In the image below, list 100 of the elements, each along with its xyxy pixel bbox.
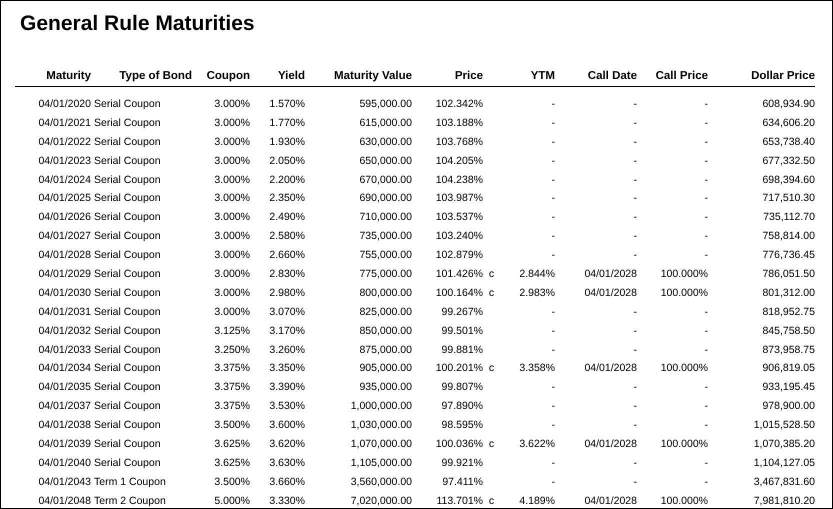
table-cell: 2.830%: [269, 268, 305, 280]
page-title: General Rule Maturities: [20, 11, 255, 37]
table-cell: 850,000.00: [359, 324, 412, 337]
table-cell: -: [634, 230, 637, 242]
table-cell: 04/01/2043: [38, 476, 91, 488]
table-cell: -: [704, 324, 708, 337]
table-cell: 1,070,385.20: [754, 438, 815, 450]
table-cell: Serial Coupon: [94, 154, 161, 167]
callable-label: c: [488, 362, 494, 374]
table-cell: 04/01/2023: [38, 154, 91, 167]
table-cell: Serial Coupon: [94, 362, 161, 374]
table-cell: Serial Coupon: [94, 249, 161, 262]
table-cell: 1,070,000.00: [350, 438, 412, 450]
table-cell: -: [634, 400, 637, 412]
table-cell: Serial Coupon: [94, 381, 161, 394]
table-cell: 3.260%: [269, 344, 305, 356]
table-cell: 786,051.50: [762, 268, 815, 280]
column-header: Price: [412, 69, 483, 86]
column-header: Coupon: [192, 69, 250, 86]
table-cell: -: [552, 476, 555, 488]
table-cell: 670,000.00: [359, 174, 412, 186]
table-cell: -: [634, 154, 637, 167]
table-cell: 875,000.00: [359, 344, 412, 356]
table-cell: 99.921%: [442, 456, 483, 469]
table-cell: -: [634, 324, 637, 337]
table-cell: -: [552, 344, 555, 356]
table-cell: 873,958.75: [762, 344, 815, 356]
table-cell: 634,606.20: [762, 116, 815, 129]
table-cell: -: [704, 211, 708, 224]
callable-label: c: [488, 286, 494, 299]
table-cell: -: [552, 154, 555, 167]
table-cell: 100.000%: [660, 286, 708, 299]
table-cell: 3.630%: [269, 456, 305, 469]
table-cell: 1.930%: [269, 136, 305, 148]
table-cell: 818,952.75: [762, 306, 815, 318]
table-cell: -: [552, 136, 555, 148]
table-cell: -: [704, 136, 708, 148]
table-cell: 99.807%: [442, 381, 483, 394]
table-cell: 3.000%: [214, 192, 250, 204]
column-header: YTM: [500, 69, 555, 86]
table-cell: 2.980%: [269, 286, 305, 299]
table-cell: -: [704, 419, 708, 432]
table-cell: Serial Coupon: [94, 400, 161, 412]
table-cell: 845,758.50: [762, 324, 815, 337]
table-cell: 3.390%: [269, 381, 305, 394]
table-cell: 3.330%: [269, 494, 305, 507]
table-cell: Serial Coupon: [94, 116, 161, 129]
table-cell: -: [634, 192, 637, 204]
table-cell: 1,105,000.00: [350, 456, 412, 469]
table-cell: 3.000%: [214, 136, 250, 148]
table-cell: -: [704, 192, 708, 204]
callable-label: c: [488, 438, 494, 450]
table-cell: 935,000.00: [359, 381, 412, 394]
table-cell: 630,000.00: [359, 136, 412, 148]
table-cell: 800,000.00: [359, 286, 412, 299]
table-cell: 677,332.50: [762, 154, 815, 167]
table-cell: -: [634, 136, 637, 148]
table-cell: 1,030,000.00: [350, 419, 412, 432]
table-cell: 4.189%: [519, 494, 555, 507]
table-cell: 103.240%: [436, 230, 483, 242]
table-cell: 2.580%: [269, 230, 305, 242]
table-cell: Serial Coupon: [94, 98, 161, 110]
table-cell: 3.625%: [214, 438, 250, 450]
table-cell: 7,981,810.20: [754, 494, 815, 507]
table-cell: -: [552, 249, 555, 262]
table-cell: 104.238%: [436, 174, 483, 186]
table-cell: 3.375%: [214, 381, 250, 394]
table-cell: -: [552, 116, 555, 129]
table-cell: 3.170%: [269, 324, 305, 337]
table-cell: 1.770%: [269, 116, 305, 129]
table-cell: 3.000%: [214, 268, 250, 280]
table-cell: 595,000.00: [359, 98, 412, 110]
table-cell: 04/01/2027: [38, 230, 91, 242]
table-cell: Serial Coupon: [94, 174, 161, 186]
table-cell: 775,000.00: [359, 268, 412, 280]
table-cell: 04/01/2028: [38, 249, 91, 262]
table-cell: -: [634, 306, 637, 318]
table-cell: 04/01/2028: [584, 362, 637, 374]
table-cell: 04/01/2026: [38, 211, 91, 224]
table-cell: 04/01/2020: [38, 98, 91, 110]
table-cell: 3.000%: [214, 211, 250, 224]
table-cell: -: [634, 476, 637, 488]
table-cell: -: [634, 381, 637, 394]
table-cell: -: [704, 249, 708, 262]
table-cell: 825,000.00: [359, 306, 412, 318]
table-cell: 2.660%: [269, 249, 305, 262]
table-cell: -: [704, 344, 708, 356]
table-cell: 735,112.70: [763, 211, 815, 224]
table-cell: 04/01/2034: [38, 362, 91, 374]
column-header: Maturity: [15, 69, 91, 86]
table-cell: -: [634, 249, 637, 262]
table-cell: 100.164%: [436, 286, 483, 299]
column-header: Maturity Value: [305, 69, 412, 86]
table-cell: 1,000,000.00: [350, 400, 412, 412]
table-cell: Serial Coupon: [94, 136, 161, 148]
table-cell: 1.570%: [269, 98, 305, 110]
column-header: Type of Bond: [91, 69, 192, 86]
table-cell: 3.500%: [214, 419, 250, 432]
table-cell: Serial Coupon: [94, 456, 161, 469]
table-cell: 04/01/2035: [38, 381, 91, 394]
